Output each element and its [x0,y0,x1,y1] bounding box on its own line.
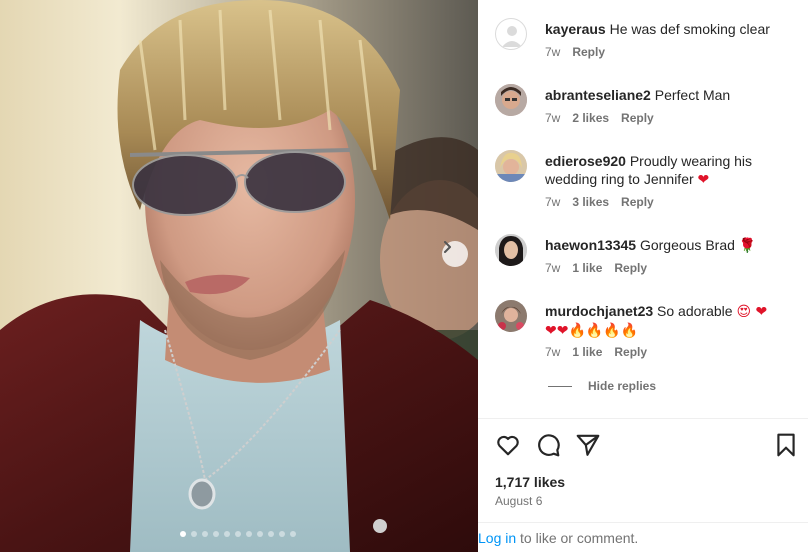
divider [478,418,808,419]
comment-time: 7w [545,111,561,125]
comment-text: Gorgeous Brad [639,237,735,253]
user-photo-avatar [495,300,527,332]
comment-item: murdochjanet23 So adorable 😍 ❤ ❤❤🔥🔥🔥🔥 7w… [495,300,795,362]
comment-username[interactable]: haewon13345 [545,237,636,253]
comment-username[interactable]: edierose920 [545,153,626,169]
comment-button[interactable] [535,432,561,458]
comment-text: Perfect Man [654,87,731,103]
carousel-dot [290,531,296,537]
comment-text-block: murdochjanet23 So adorable 😍 ❤ ❤❤🔥🔥🔥🔥 [545,302,795,340]
chevron-right-icon [444,241,451,253]
heart-eyes-and-heart-emoji: 😍 ❤ [736,304,768,320]
comment-meta: 7w 3 likes Reply [545,195,654,209]
man-with-sunglasses-photo [0,0,478,552]
post-action-bar [495,432,799,458]
hearts-emoji: ❤❤ [545,323,569,339]
comment-text-block: haewon13345 Gorgeous Brad 🌹 [545,236,795,255]
instagram-post-view: kayeraus He was def smoking clear 7w Rep… [0,0,808,552]
login-link[interactable]: Log in [478,530,516,546]
fire-emoji: 🔥🔥🔥🔥 [568,323,639,339]
comment-item: edierose920 Proudly wearing his wedding … [495,150,795,212]
heart-emoji: ❤ [697,172,710,188]
comment-likes[interactable]: 1 like [572,345,602,359]
comment-item: abranteseliane2 Perfect Man 7w 2 likes R… [495,84,795,128]
share-button[interactable] [575,432,601,458]
user-photo-avatar [495,84,527,116]
carousel-dot [213,531,219,537]
reply-button[interactable]: Reply [621,195,654,209]
comment-username[interactable]: abranteseliane2 [545,87,651,103]
comment-text: He was def smoking clear [609,21,770,37]
comment-likes[interactable]: 1 like [572,261,602,275]
comment-item: haewon13345 Gorgeous Brad 🌹 7w 1 like Re… [495,234,795,278]
next-image-button[interactable] [442,241,468,267]
hide-replies-label: Hide replies [588,379,657,393]
comment-likes[interactable]: 3 likes [572,195,609,209]
carousel-dots [180,531,296,537]
comment-time: 7w [545,261,561,275]
comment-item: kayeraus He was def smoking clear 7w Rep… [495,18,795,62]
comment-time: 7w [545,345,561,359]
user-photo-avatar [495,234,527,266]
divider-line [548,385,572,387]
reply-button[interactable]: Reply [614,261,647,275]
bookmark-icon [777,433,795,457]
reply-button[interactable]: Reply [614,345,647,359]
carousel-dot [279,531,285,537]
comments-panel: kayeraus He was def smoking clear 7w Rep… [478,0,808,552]
avatar[interactable] [495,300,527,332]
carousel-dot [257,531,263,537]
avatar[interactable] [495,84,527,116]
carousel-dot [202,531,208,537]
user-photo-avatar [495,150,527,182]
comment-time: 7w [545,45,561,59]
like-button[interactable] [495,432,521,458]
comment-likes[interactable]: 2 likes [572,111,609,125]
comment-bubble-icon [538,434,560,457]
hide-replies-button[interactable]: Hide replies [548,379,656,393]
reply-button[interactable]: Reply [621,111,654,125]
login-prompt: Log in to like or comment. [478,530,638,546]
carousel-dot [246,531,252,537]
default-avatar-icon [502,26,522,47]
comment-text-block: abranteseliane2 Perfect Man [545,86,795,104]
avatar[interactable] [495,150,527,182]
comment-username[interactable]: murdochjanet23 [545,303,653,319]
carousel-dot [191,531,197,537]
carousel-dot [180,531,186,537]
comment-text-block: edierose920 Proudly wearing his wedding … [545,152,795,189]
likes-count[interactable]: 1,717 likes [495,474,565,490]
comment-meta: 7w Reply [545,45,605,59]
comment-username[interactable]: kayeraus [545,21,606,37]
carousel-dot [224,531,230,537]
avatar[interactable] [495,18,527,50]
heart-outline-icon [497,435,519,456]
comment-text: So adorable [657,303,733,319]
comment-text-block: kayeraus He was def smoking clear [545,20,795,38]
comment-meta: 7w 2 likes Reply [545,111,654,125]
login-prompt-text: to like or comment. [516,530,639,546]
comment-meta: 7w 1 like Reply [545,261,647,275]
carousel-dot [268,531,274,537]
carousel-dot [235,531,241,537]
avatar[interactable] [495,234,527,266]
comment-time: 7w [545,195,561,209]
paper-plane-icon [576,434,600,456]
save-button[interactable] [773,432,799,458]
rose-emoji: 🌹 [738,238,757,254]
divider [478,522,808,523]
post-photo[interactable] [0,0,478,552]
reply-button[interactable]: Reply [572,45,605,59]
comment-meta: 7w 1 like Reply [545,345,647,359]
post-date[interactable]: August 6 [495,494,542,508]
